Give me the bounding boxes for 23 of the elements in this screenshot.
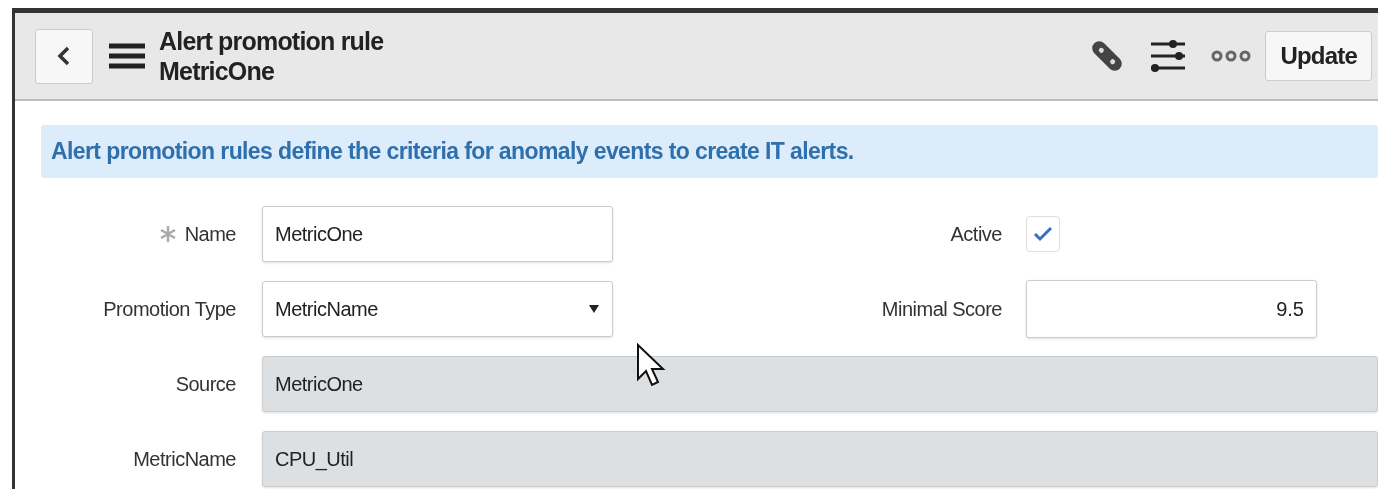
page-title: Alert promotion rule — [159, 26, 384, 56]
field-label: Promotion Type — [103, 297, 236, 322]
checkmark-icon — [1033, 226, 1053, 242]
field-label: Name — [184, 222, 236, 247]
more-icon[interactable] — [1211, 50, 1252, 62]
info-banner: Alert promotion rules define the criteria for anomaly events to create IT alerts. — [41, 125, 1378, 178]
checkbox[interactable] — [1026, 216, 1060, 252]
back-button[interactable] — [35, 28, 93, 84]
record-name: MetricOne — [159, 56, 276, 86]
menu-icon[interactable] — [109, 43, 145, 69]
sliders-icon[interactable] — [1149, 38, 1188, 74]
select-field[interactable]: MetricName — [262, 281, 613, 337]
input-field[interactable]: MetricOne — [262, 206, 613, 262]
chevron-left-icon — [57, 45, 71, 67]
required-asterisk-icon — [158, 225, 177, 243]
update-button[interactable]: Update — [1265, 31, 1372, 81]
mouse-cursor-icon — [636, 343, 666, 389]
field-label: MetricName — [133, 447, 236, 472]
field-label: Minimal Score — [881, 297, 1002, 322]
field-label: Active — [950, 222, 1002, 247]
dropdown-caret-icon — [588, 304, 600, 314]
field-label: Source — [175, 372, 236, 397]
score-input[interactable]: 9.5 — [1026, 280, 1317, 338]
